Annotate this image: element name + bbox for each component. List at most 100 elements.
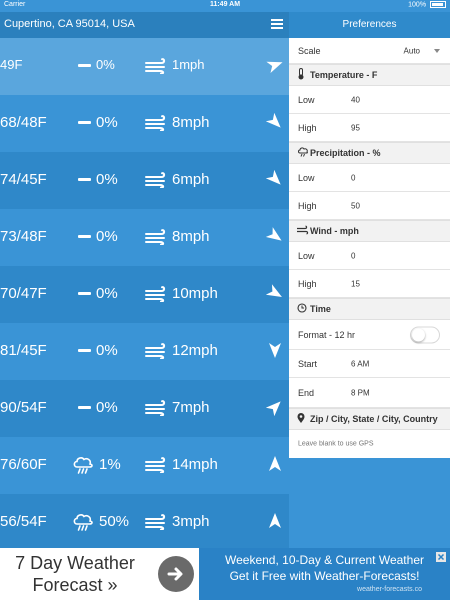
time-start-label: Start <box>298 358 318 369</box>
forecast-row[interactable]: 70/47F 0% 10mph <box>0 266 289 323</box>
dash-icon <box>78 401 91 409</box>
forecast-temperature: 68/48F <box>0 114 47 131</box>
forecast-precipitation: 0% <box>96 171 118 188</box>
temperature-low-row[interactable]: Low 40 <box>289 86 450 114</box>
clock: 11:49 AM <box>209 1 241 8</box>
wind-icon <box>145 229 169 246</box>
forecast-temperature: 74/45F <box>0 171 47 188</box>
wind-direction-arrow-icon <box>265 284 284 302</box>
forecast-precipitation: 0% <box>96 285 118 302</box>
wind-icon <box>145 400 169 417</box>
preferences-panel: Scale Auto Temperature - F Low 40 High 9… <box>289 38 450 458</box>
rain-cloud-icon <box>72 456 94 481</box>
time-format-label: Format - 12 hr <box>298 329 356 340</box>
battery-percent: 100% <box>408 1 427 9</box>
temperature-high-label: High <box>298 122 317 133</box>
time-end-label: End <box>298 387 315 398</box>
time-format-row[interactable]: Format - 12 hr <box>289 320 450 350</box>
precipitation-low-field[interactable]: 0 <box>351 173 355 182</box>
forecast-precipitation: 0% <box>96 57 115 72</box>
forecast-wind: 8mph <box>172 228 210 245</box>
menu-icon[interactable] <box>271 19 283 30</box>
precipitation-high-field[interactable]: 50 <box>351 201 360 210</box>
ad-left-line1: 7 Day Weather <box>15 553 135 573</box>
ad-banner[interactable]: 7 Day Weather Forecast » Weekend, 10-Day… <box>0 548 450 600</box>
temperature-low-label: Low <box>298 94 315 105</box>
time-title: Time <box>310 304 331 314</box>
precipitation-low-label: Low <box>298 172 315 183</box>
wind-direction-arrow-icon <box>266 341 284 359</box>
rain-cloud-icon <box>297 147 309 159</box>
dash-icon <box>78 59 91 67</box>
arrow-right-icon <box>167 567 183 581</box>
wind-icon <box>145 457 169 474</box>
forecast-temperature: 90/54F <box>0 399 47 416</box>
forecast-row[interactable]: 76/60F 1% 14mph <box>0 437 289 494</box>
wind-high-row[interactable]: High 15 <box>289 270 450 298</box>
wind-low-row[interactable]: Low 0 <box>289 242 450 270</box>
battery-indicator: 100% <box>408 1 446 8</box>
forecast-temperature: 49F <box>0 57 23 72</box>
forecast-row[interactable]: 74/45F 0% 6mph <box>0 152 289 209</box>
wind-icon <box>145 172 169 189</box>
map-pin-icon <box>297 413 305 425</box>
precipitation-section: Precipitation - % <box>289 142 450 164</box>
wind-high-label: High <box>298 278 317 289</box>
forecast-temperature: 73/48F <box>0 228 47 245</box>
forecast-row[interactable]: 49F 0% 1mph <box>0 38 289 95</box>
time-end-row[interactable]: End 8 PM <box>289 378 450 408</box>
ad-source: weather-forecasts.co <box>357 586 422 593</box>
location-input[interactable] <box>298 440 443 448</box>
temperature-high-field[interactable]: 95 <box>351 123 360 132</box>
wind-direction-arrow-icon <box>265 112 284 131</box>
time-format-toggle[interactable] <box>410 326 440 343</box>
ad-right-panel[interactable]: Weekend, 10-Day & Current Weather Get it… <box>199 548 450 600</box>
forecast-temperature: 70/47F <box>0 285 47 302</box>
wind-icon <box>297 225 309 237</box>
chevron-down-icon[interactable] <box>434 48 440 53</box>
forecast-row[interactable]: 81/45F 0% 12mph <box>0 323 289 380</box>
scale-row[interactable]: Scale Auto <box>289 38 450 64</box>
wind-low-field[interactable]: 0 <box>351 251 355 260</box>
temperature-section: Temperature - F <box>289 64 450 86</box>
forecast-wind: 7mph <box>172 399 210 416</box>
precipitation-high-row[interactable]: High 50 <box>289 192 450 220</box>
forecast-row[interactable]: 73/48F 0% 8mph <box>0 209 289 266</box>
preferences-header: Preferences <box>289 12 450 38</box>
precipitation-low-row[interactable]: Low 0 <box>289 164 450 192</box>
forecast-precipitation: 0% <box>96 399 118 416</box>
ad-left-text[interactable]: 7 Day Weather Forecast » <box>0 548 150 600</box>
dash-icon <box>78 116 91 124</box>
location-input-row[interactable] <box>289 430 450 458</box>
forecast-wind: 14mph <box>172 456 218 473</box>
scale-select[interactable]: Auto <box>404 46 420 55</box>
forecast-row[interactable]: 68/48F 0% 8mph <box>0 95 289 152</box>
time-start-row[interactable]: Start 6 AM <box>289 350 450 378</box>
forecast-precipitation: 50% <box>99 513 130 530</box>
location-header: Cupertino, CA 95014, USA <box>0 12 289 38</box>
clock-icon <box>297 303 307 315</box>
forecast-wind: 6mph <box>172 171 210 188</box>
wind-low-label: Low <box>298 250 315 261</box>
time-end-field[interactable]: 8 PM <box>351 388 370 397</box>
wind-icon <box>145 115 169 132</box>
thermometer-icon <box>297 68 305 82</box>
wind-icon <box>145 286 169 303</box>
forecast-row[interactable]: 90/54F 0% 7mph <box>0 380 289 437</box>
preferences-title: Preferences <box>342 19 397 30</box>
forecast-temperature: 81/45F <box>0 342 47 359</box>
wind-high-field[interactable]: 15 <box>351 279 360 288</box>
dash-icon <box>78 287 91 295</box>
forecast-wind: 3mph <box>172 513 210 530</box>
forecast-wind: 1mph <box>172 57 205 72</box>
temperature-low-field[interactable]: 40 <box>351 95 360 104</box>
forecast-row[interactable]: 56/54F 50% 3mph <box>0 494 289 551</box>
time-start-field[interactable]: 6 AM <box>351 359 369 368</box>
rain-cloud-icon <box>72 513 94 538</box>
ad-arrow-button[interactable] <box>158 556 194 592</box>
forecast-wind: 12mph <box>172 342 218 359</box>
wind-direction-arrow-icon <box>266 455 284 473</box>
location-title[interactable]: Cupertino, CA 95014, USA <box>4 18 135 30</box>
ad-close-icon[interactable] <box>436 552 446 562</box>
temperature-high-row[interactable]: High 95 <box>289 114 450 142</box>
